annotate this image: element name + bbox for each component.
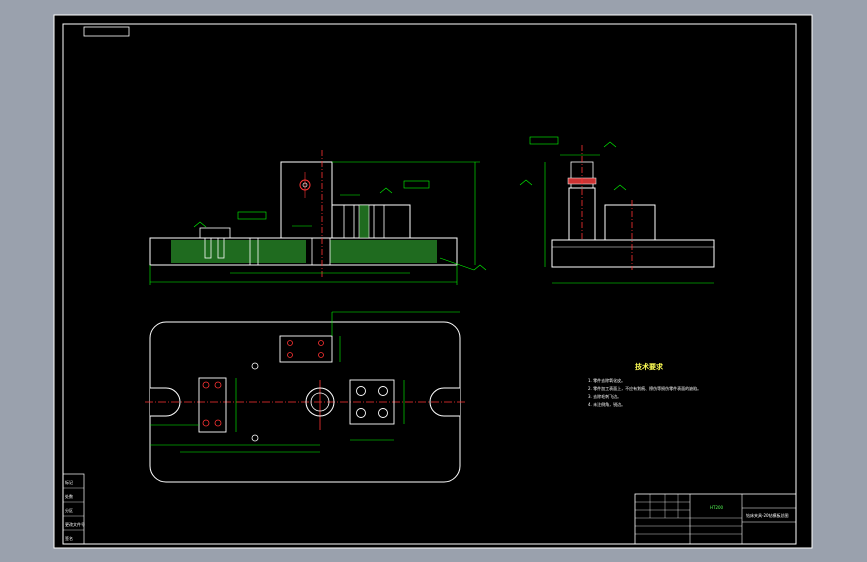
left-strip-label: 签名 bbox=[65, 535, 73, 541]
front-clamp-hatch bbox=[358, 204, 370, 239]
tech-note-3: 3. 去除毛刺飞边。 bbox=[588, 393, 621, 399]
left-strip-label: 更改文件号 bbox=[65, 521, 85, 527]
cad-drawing-canvas: 技术要求 1. 零件去除氧化皮。 2. 零件加工表面上，不应有划痕、擦伤等损伤零… bbox=[53, 14, 813, 549]
tech-requirements-title: 技术要求 bbox=[635, 362, 664, 371]
tech-note-4: 4. 未注倒角，锐边。 bbox=[588, 401, 625, 407]
front-section-hatch-right bbox=[330, 240, 437, 263]
tech-note-2: 2. 零件加工表面上，不应有划痕、擦伤等损伤零件表面的缺陷。 bbox=[588, 385, 701, 391]
tech-note-1: 1. 零件去除氧化皮。 bbox=[588, 377, 625, 383]
material-label: HT200 bbox=[710, 505, 724, 510]
drawing-sheet bbox=[53, 14, 813, 549]
left-strip-label: 处数 bbox=[65, 493, 73, 499]
front-section-hatch-left bbox=[171, 240, 306, 263]
drawing-name: 钻床夹具-20钻模板总图 bbox=[746, 512, 789, 518]
left-strip-label: 标记 bbox=[65, 479, 73, 485]
left-strip-label: 分区 bbox=[65, 507, 73, 513]
